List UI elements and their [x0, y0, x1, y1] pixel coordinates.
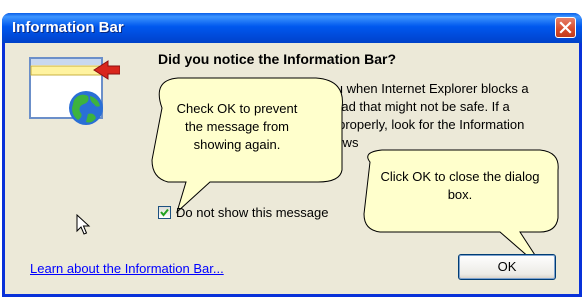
ok-button[interactable]: OK [458, 254, 556, 280]
do-not-show-checkbox[interactable] [158, 206, 171, 219]
checkbox-label: Do not show this message [176, 205, 329, 220]
callout-2-text: Click OK to close the dialog box. [380, 169, 540, 202]
callout-2-balloon [363, 149, 559, 273]
learn-more-link[interactable]: Learn about the Information Bar... [30, 261, 224, 276]
checkmark-icon [160, 208, 169, 217]
mouse-pointer-icon [76, 214, 91, 235]
